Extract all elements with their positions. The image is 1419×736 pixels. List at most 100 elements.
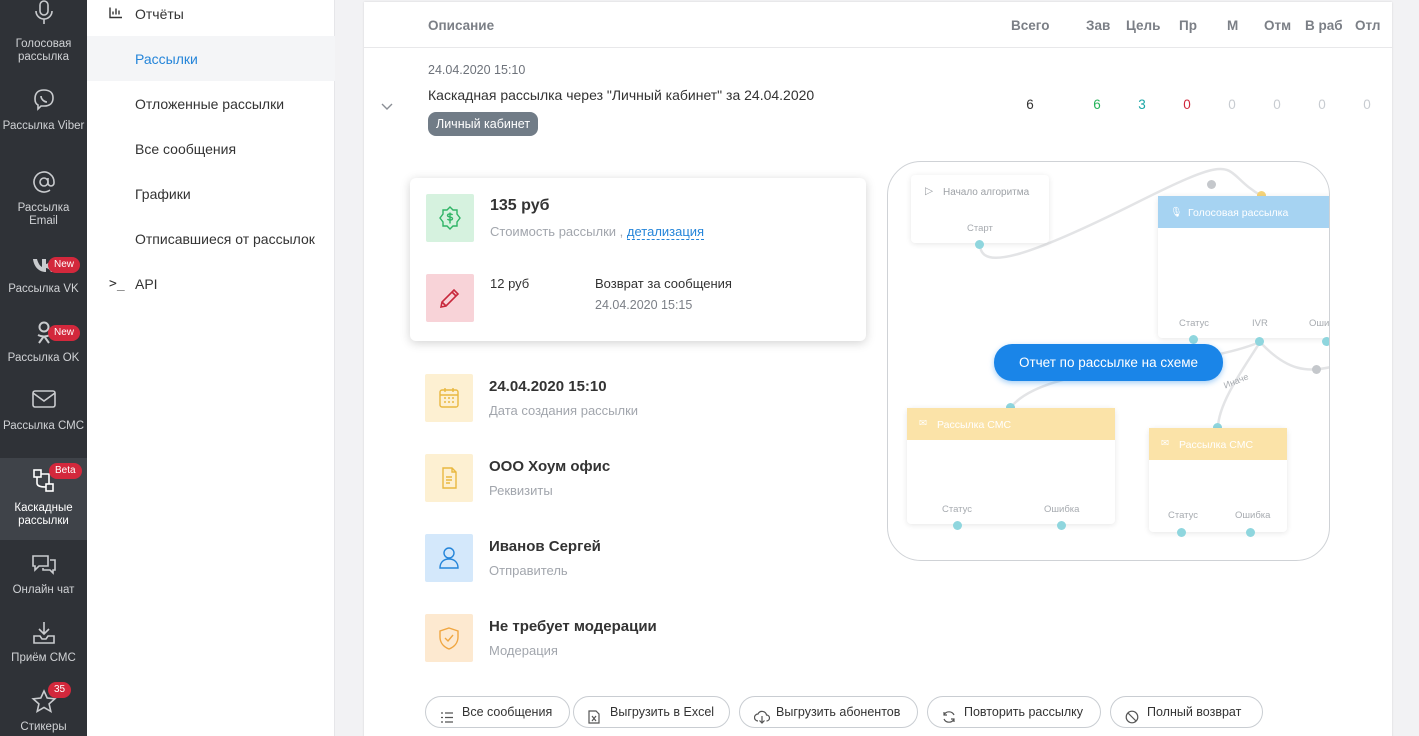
button-label: Выгрузить в Excel — [610, 705, 715, 719]
rail-item-cascade[interactable]: Beta Каскадные рассылки — [0, 458, 87, 540]
connector-dot — [1246, 528, 1255, 537]
stat-pr: 0 — [1183, 97, 1191, 112]
mailing-title[interactable]: Каскадная рассылка через "Личный кабинет… — [428, 87, 814, 103]
rail-item-ok[interactable]: New Рассылка OK — [0, 314, 87, 382]
column-header-delivered[interactable]: Зав — [1086, 18, 1110, 33]
stat-otl: 0 — [1363, 97, 1371, 112]
refund-amount: 12 руб — [490, 276, 530, 291]
rail-label: Рассылка Viber — [2, 120, 85, 132]
rail-label: Голосовая рассылка — [15, 38, 72, 63]
column-header-rejected[interactable]: Отм — [1264, 18, 1291, 33]
stat-in-work: 0 — [1318, 97, 1326, 112]
connector-dot — [975, 240, 984, 249]
menu-label: Отписавшиеся от рассылок — [135, 230, 315, 247]
column-header-pr[interactable]: Пр — [1179, 18, 1197, 33]
menu-item-unsubscribed[interactable]: Отписавшиеся от рассылок — [87, 216, 335, 261]
menu-item-schedules[interactable]: Графики — [87, 171, 335, 216]
new-badge: New — [48, 257, 81, 273]
section-menu: Отчёты Рассылки Отложенные рассылки Все … — [87, 0, 335, 736]
shield-check-icon — [425, 614, 473, 662]
connector-dot — [1207, 180, 1216, 189]
rail-item-receive-sms[interactable]: Приём СМС — [0, 614, 87, 682]
details-link[interactable]: детализация — [626, 224, 705, 240]
cancel-icon — [1125, 705, 1139, 735]
connector-dot — [1177, 528, 1186, 537]
header-divider — [364, 47, 1392, 48]
scheme-voice-title: Голосовая рассылка — [1158, 196, 1329, 228]
rail-item-voice[interactable]: Голосовая рассылка — [0, 0, 87, 63]
stat-rejected: 0 — [1273, 97, 1281, 112]
rail-item-sms[interactable]: Рассылка СМС — [0, 382, 87, 450]
scheme-voice-node: Голосовая рассылка 🎙︎ Статус IVR Ошибка — [1158, 196, 1329, 338]
scheme-report-button[interactable]: Отчет по рассылке на схеме — [994, 344, 1223, 381]
terminal-icon: >_ — [109, 276, 125, 291]
rail-item-chat[interactable]: Онлайн чат — [0, 546, 87, 614]
column-header-description[interactable]: Описание — [428, 18, 494, 33]
stat-delivered: 6 — [1093, 97, 1101, 112]
rail-label: Рассылка OK — [7, 352, 80, 364]
money-icon — [426, 194, 474, 242]
scheme-sms-node-2: Рассылка СМС ✉ Статус Ошибка — [1149, 428, 1287, 532]
moderation-label: Модерация — [489, 643, 558, 658]
rail-item-vk[interactable]: New Рассылка VK — [0, 246, 87, 314]
scheme-sms1-status: Статус — [942, 504, 973, 515]
count-badge: 35 — [48, 682, 72, 698]
beta-badge: Beta — [49, 463, 82, 479]
scheme-voice-status: Статус — [1179, 318, 1210, 329]
inbox-icon — [0, 620, 87, 648]
created-date-label: Дата создания рассылки — [489, 403, 639, 418]
chat-icon — [0, 552, 87, 580]
scheme-preview[interactable]: ▷ Начало алгоритма Старт Голосовая рассы… — [887, 161, 1330, 561]
rail-item-email[interactable]: Рассылка Email — [0, 164, 87, 232]
excel-file-icon — [588, 705, 600, 735]
sender-name: Иванов Сергей — [489, 538, 601, 555]
cost-amount: 135 руб — [490, 197, 550, 214]
mailing-datetime: 24.04.2020 15:10 — [428, 63, 526, 77]
column-header-in-work[interactable]: В раб — [1305, 18, 1343, 33]
envelope-icon: ✉ — [919, 418, 927, 429]
menu-item-api[interactable]: >_ API — [87, 261, 335, 306]
created-date: 24.04.2020 15:10 — [489, 378, 607, 395]
column-header-target[interactable]: Цель — [1126, 18, 1160, 33]
export-subscribers-button[interactable]: Выгрузить абонентов — [739, 696, 918, 728]
connector-dot — [1189, 335, 1198, 344]
refresh-icon — [942, 705, 956, 735]
menu-item-reports[interactable]: Отчёты — [87, 0, 335, 36]
new-badge: New — [48, 325, 81, 341]
button-label: Выгрузить абонентов — [776, 705, 901, 719]
rail-label: Рассылка Email — [17, 202, 70, 227]
rail-item-viber[interactable]: Рассылка Viber — [0, 82, 87, 150]
scheme-sms2-error: Ошибка — [1235, 510, 1271, 521]
envelope-icon — [0, 388, 87, 416]
all-messages-button[interactable]: Все сообщения — [425, 696, 570, 728]
mailing-card: Описание Всего Зав Цель Пр М Отм В раб О… — [364, 2, 1392, 736]
microphone-icon — [0, 0, 87, 28]
rail-item-stickers[interactable]: 35 Стикеры — [0, 682, 87, 736]
menu-item-mailings[interactable]: Рассылки — [87, 36, 335, 81]
repeat-mailing-button[interactable]: Повторить рассылку — [927, 696, 1101, 728]
rail-label: Онлайн чат — [12, 584, 75, 596]
list-icon — [440, 705, 454, 735]
column-header-otl[interactable]: Отл — [1355, 18, 1381, 33]
bar-chart-icon — [109, 6, 123, 21]
column-header-m[interactable]: М — [1227, 18, 1238, 33]
microphone-icon: 🎙︎ — [1170, 207, 1183, 218]
moderation-status: Не требует модерации — [489, 618, 657, 635]
rail-label: Стикеры — [20, 721, 67, 733]
connector-dot — [1057, 521, 1066, 530]
chevron-down-icon[interactable] — [381, 98, 393, 116]
menu-label: Отчёты — [135, 5, 184, 22]
menu-item-deferred[interactable]: Отложенные рассылки — [87, 81, 335, 126]
full-refund-button[interactable]: Полный возврат — [1110, 696, 1263, 728]
menu-label: Все сообщения — [135, 140, 237, 157]
connector-dot — [1322, 337, 1329, 346]
menu-item-all-messages[interactable]: Все сообщения — [87, 126, 335, 171]
requisites-label: Реквизиты — [489, 483, 553, 498]
user-icon — [425, 534, 473, 582]
export-excel-button[interactable]: Выгрузить в Excel — [573, 696, 730, 728]
column-header-total[interactable]: Всего — [1011, 18, 1049, 33]
calendar-icon — [425, 374, 473, 422]
scheme-sms-node-1: Рассылка СМС ✉ Статус Ошибка — [907, 408, 1115, 524]
button-label: Повторить рассылку — [964, 705, 1084, 719]
menu-label: Отложенные рассылки — [135, 95, 285, 112]
